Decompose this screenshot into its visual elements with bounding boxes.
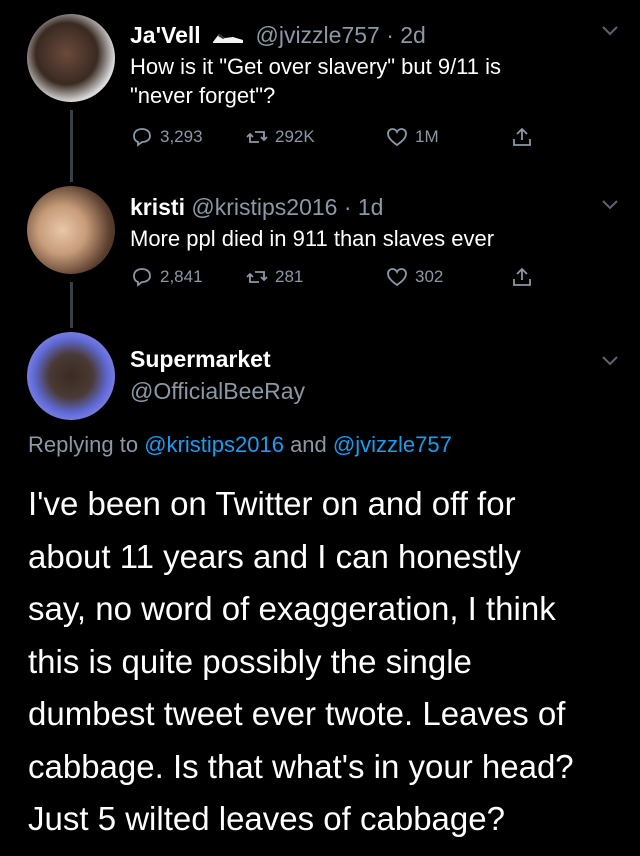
- replying-prefix: Replying to: [28, 432, 139, 457]
- retweet-icon: [246, 131, 268, 143]
- share-icon: [513, 267, 531, 286]
- tweet-text-line: I've been on Twitter on and off for: [28, 485, 516, 522]
- user-handle[interactable]: @kristips2016: [191, 194, 337, 220]
- mention-link[interactable]: @jvizzle757: [333, 432, 452, 457]
- tweet-text-line: Just 5 wilted leaves of cabbage?: [28, 800, 505, 837]
- tweet-text: How is it "Get over slavery" but 9/11 is…: [130, 52, 600, 110]
- tweet-text-line: about 11 years and I can honestly: [28, 537, 521, 575]
- reply-count: 3,293: [160, 127, 203, 146]
- tweet-kristi[interactable]: kristi @kristips2016 · 1d More ppl died …: [0, 180, 640, 300]
- tweet-text-line: dumbest tweet ever twote. Leaves of: [28, 695, 566, 732]
- retweet-icon: [246, 271, 268, 283]
- reply-count: 2,841: [160, 267, 203, 286]
- tweet-text-line: How is it "Get over slavery" but 9/11 is: [130, 54, 502, 79]
- chevron-down-icon[interactable]: [600, 20, 620, 40]
- retweet-button[interactable]: 292K: [245, 125, 315, 149]
- avatar[interactable]: [27, 332, 115, 420]
- avatar[interactable]: [27, 186, 115, 274]
- replying-to-line: Replying to @kristips2016 and @jvizzle75…: [28, 432, 452, 458]
- like-button[interactable]: 302: [385, 265, 443, 289]
- tweet-header: Ja'Vell @jvizzle757 · 2d: [130, 22, 426, 49]
- chevron-down-icon[interactable]: [600, 194, 620, 214]
- avatar[interactable]: [27, 14, 115, 102]
- like-icon: [387, 268, 407, 287]
- display-name[interactable]: kristi: [130, 194, 185, 220]
- reply-icon: [133, 128, 151, 147]
- share-button[interactable]: [510, 125, 534, 149]
- reply-button[interactable]: 2,841: [130, 265, 203, 289]
- tweet-text: More ppl died in 911 than slaves ever: [130, 224, 600, 253]
- chevron-down-icon[interactable]: [600, 350, 620, 370]
- reply-button[interactable]: 3,293: [130, 125, 203, 149]
- tweet-actions: 3,293 292K 1M: [130, 125, 550, 155]
- tweet-text-line: More ppl died in 911 than slaves ever: [130, 226, 495, 251]
- tweet-text-line: this is quite possibly the single: [28, 642, 472, 680]
- tweet-actions: 2,841 281 302: [130, 265, 550, 295]
- tweet-header: kristi @kristips2016 · 1d: [130, 194, 383, 221]
- like-count: 302: [415, 267, 444, 286]
- tweet-time: · 1d: [343, 194, 384, 220]
- tweet-text-line: say, no word of exaggeration, I think: [28, 590, 556, 627]
- tweet-javell[interactable]: Ja'Vell @jvizzle757 · 2d How is it "Get …: [0, 0, 640, 180]
- handle-row: @OfficialBeeRay: [130, 378, 305, 405]
- reply-icon: [133, 268, 151, 287]
- display-name[interactable]: Supermarket: [130, 346, 271, 372]
- display-name[interactable]: Ja'Vell: [130, 22, 201, 48]
- display-name-row: Supermarket: [130, 346, 271, 373]
- retweet-button[interactable]: 281: [245, 265, 303, 289]
- like-icon: [387, 128, 407, 147]
- share-icon: [513, 127, 531, 146]
- mention-link[interactable]: @kristips2016: [144, 432, 284, 457]
- tweet-text-line: cabbage. Is that what's in your head?: [28, 747, 574, 785]
- user-handle[interactable]: @jvizzle757: [255, 22, 379, 48]
- share-button[interactable]: [510, 265, 534, 289]
- tweet-text-line: "never forget"?: [130, 83, 276, 108]
- tweet-time: · 2d: [386, 22, 426, 48]
- like-button[interactable]: 1M: [385, 125, 439, 149]
- retweet-count: 281: [275, 267, 304, 286]
- main-tweet-text: I've been on Twitter on and off for abou…: [28, 478, 628, 846]
- shoe-emoji-icon: [213, 33, 244, 43]
- user-handle[interactable]: @OfficialBeeRay: [130, 378, 305, 404]
- replying-and: and: [290, 432, 327, 457]
- like-count: 1M: [415, 127, 439, 146]
- retweet-count: 292K: [275, 127, 315, 146]
